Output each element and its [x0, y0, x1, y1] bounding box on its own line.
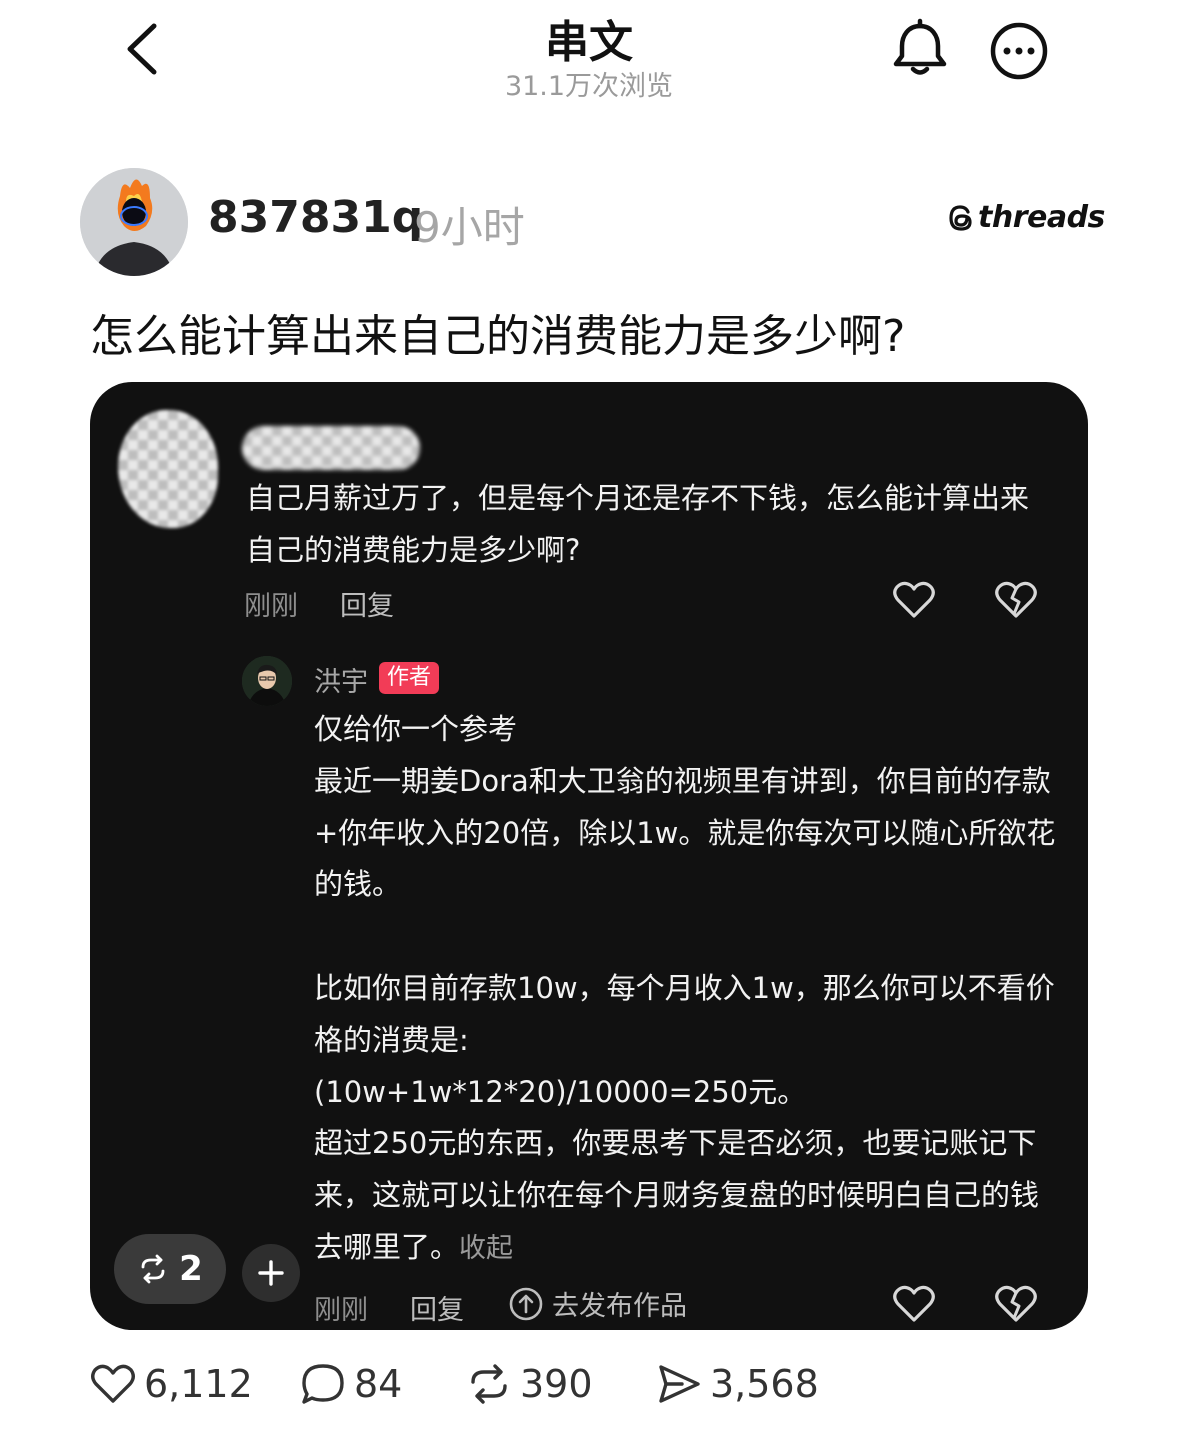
- comment-button[interactable]: 84: [300, 1362, 402, 1406]
- comment-time: 刚刚: [244, 591, 298, 622]
- comment-count: 84: [354, 1362, 403, 1406]
- more-button[interactable]: [988, 20, 1050, 82]
- post-time: 9小时: [414, 203, 525, 252]
- repost-button[interactable]: 390: [466, 1362, 593, 1406]
- notification-button[interactable]: [890, 18, 950, 80]
- broken-heart-icon: [995, 1285, 1037, 1322]
- post-text: 怎么能计算出来自己的消费能力是多少啊?: [90, 311, 906, 362]
- share-count: 3,568: [710, 1362, 819, 1406]
- repost-icon: [141, 1254, 165, 1284]
- image-repost-count: 2: [179, 1249, 203, 1289]
- reply-dislike-button[interactable]: [994, 1284, 1038, 1324]
- comment-bubble-icon: [302, 1364, 344, 1404]
- upload-circle-icon: [509, 1287, 543, 1320]
- like-button[interactable]: 6,112: [90, 1362, 253, 1406]
- comment-text: 自己月薪过万了，但是每个月还是存不下钱，怎么能计算出来自己的消费能力是多少啊?: [246, 481, 1030, 567]
- image-repost-pill[interactable]: 2: [114, 1234, 226, 1304]
- more-icon: [990, 22, 1048, 80]
- reply-time: 刚刚: [314, 1295, 368, 1326]
- send-icon: [659, 1365, 700, 1403]
- publish-work-button[interactable]: 去发布作品: [508, 1284, 687, 1323]
- reply-line-text: 超过250元的东西，你要思考下是否必须，也要记账记下来，这就可以让你在每个月财务…: [314, 1126, 1040, 1264]
- repost-count: 390: [520, 1362, 593, 1406]
- publish-work-label: 去发布作品: [552, 1291, 687, 1322]
- reply-avatar-image: [242, 656, 292, 706]
- share-button[interactable]: 3,568: [656, 1362, 819, 1406]
- reply-line-last: 超过250元的东西，你要思考下是否必须，也要记账记下来，这就可以让你在每个月财务…: [314, 1118, 1058, 1274]
- reply-line: [314, 911, 1058, 963]
- reply-author-name[interactable]: 洪宇: [314, 660, 368, 699]
- reply-line: 仅给你一个参考: [314, 712, 518, 746]
- username[interactable]: 837831q: [208, 192, 423, 243]
- embedded-image-card[interactable]: 自己月薪过万了，但是每个月还是存不下钱，怎么能计算出来自己的消费能力是多少啊? …: [90, 382, 1088, 1330]
- repost-icon: [471, 1364, 507, 1404]
- bell-icon: [893, 18, 947, 75]
- author-badge: 作者: [379, 662, 440, 694]
- heart-icon: [91, 1364, 135, 1403]
- threads-icon: [949, 204, 972, 231]
- commenter-name-blurred: [242, 426, 420, 470]
- plus-icon: [258, 1260, 284, 1286]
- reply-line: 比如你目前存款10w，每个月收入1w，那么你可以不看价格的消费是:: [314, 970, 1055, 1057]
- comment-dislike-button[interactable]: [994, 580, 1038, 620]
- like-count: 6,112: [144, 1362, 253, 1406]
- comment-like-button[interactable]: [892, 580, 936, 620]
- avatar-image: [80, 168, 188, 276]
- heart-icon: [893, 581, 935, 618]
- collapse-link[interactable]: 收起: [459, 1233, 513, 1264]
- comment-reply-button[interactable]: 回复: [340, 584, 394, 623]
- avatar[interactable]: [80, 168, 188, 276]
- reply-avatar[interactable]: [242, 656, 292, 706]
- reply-line: 最近一期姜Dora和大卫翁的视频里有讲到，你目前的存款+你年收入的20倍，除以1…: [314, 763, 1056, 902]
- heart-icon: [893, 1285, 935, 1322]
- reply-like-button[interactable]: [892, 1284, 936, 1324]
- reply-reply-button[interactable]: 回复: [410, 1288, 464, 1327]
- commenter-avatar-blurred: [118, 410, 218, 528]
- reply-body: 仅给你一个参考 最近一期姜Dora和大卫翁的视频里有讲到，你目前的存款+你年收入…: [314, 704, 1058, 1275]
- threads-wordmark: threads: [978, 200, 1105, 235]
- reply-line: (10w+1w*12*20)/10000=250元。: [314, 1074, 807, 1109]
- add-button[interactable]: [242, 1244, 300, 1302]
- threads-logo: threads: [948, 200, 1105, 235]
- broken-heart-icon: [995, 581, 1037, 618]
